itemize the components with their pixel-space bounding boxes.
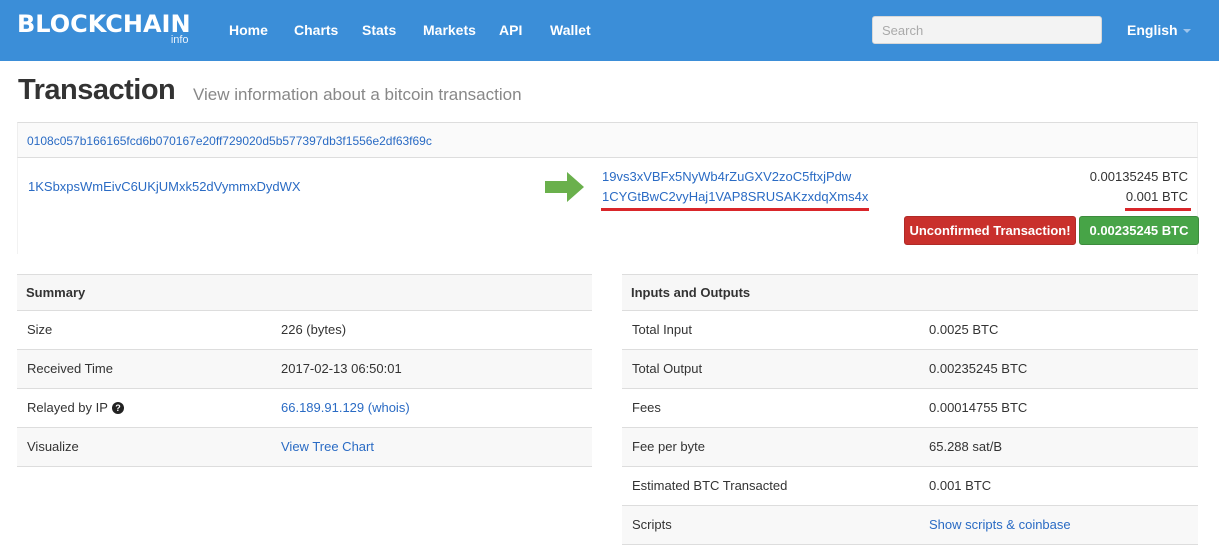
brand-name: BLOCKCHAIN <box>17 10 191 38</box>
highlight-underline <box>601 208 869 211</box>
page-subtitle: View information about a bitcoin transac… <box>193 85 522 104</box>
arrow-right-icon <box>545 172 584 202</box>
nav-home[interactable]: Home <box>229 22 268 38</box>
row-label: Received Time <box>27 361 113 376</box>
table-row: Fees 0.00014755 BTC <box>622 389 1198 428</box>
row-label: Total Output <box>632 361 703 376</box>
row-label: Total Input <box>632 322 692 337</box>
inputs-outputs-heading: Inputs and Outputs <box>622 275 1198 311</box>
nav-stats[interactable]: Stats <box>362 22 396 38</box>
page-title: Transaction <box>18 74 176 106</box>
row-label: Estimated BTC Transacted <box>632 478 788 493</box>
language-dropdown[interactable]: English <box>1127 22 1191 38</box>
transaction-hash-row: 0108c057b166165fcd6b070167e20ff729020d5b… <box>17 122 1198 158</box>
brand-logo[interactable]: BLOCKCHAIN info <box>17 10 191 46</box>
top-navbar: BLOCKCHAIN info Home Charts Stats Market… <box>0 0 1219 61</box>
row-value: 2017-02-13 06:50:01 <box>281 361 402 376</box>
input-address-link[interactable]: 1KSbxpsWmEivC6UKjUMxk52dVymmxDydWX <box>28 179 301 194</box>
row-value: 0.0025 BTC <box>929 322 999 337</box>
nav-charts[interactable]: Charts <box>294 22 338 38</box>
row-value: 226 (bytes) <box>281 322 347 337</box>
view-tree-chart-link[interactable]: View Tree Chart <box>281 428 374 466</box>
table-row: Visualize View Tree Chart <box>17 428 592 467</box>
brand-suffix: info <box>170 34 189 46</box>
row-label: Size <box>27 322 53 337</box>
help-icon[interactable]: ? <box>111 402 124 414</box>
show-scripts-link[interactable]: Show scripts & coinbase <box>929 506 1071 544</box>
row-label: Fee per byte <box>632 439 705 454</box>
table-row: Scripts Show scripts & coinbase <box>622 506 1198 545</box>
relay-ip-link[interactable]: 66.189.91.129 (whois) <box>281 389 410 427</box>
output-amount: 0.00135245 BTC <box>1089 169 1188 184</box>
chevron-down-icon <box>1182 29 1191 34</box>
output-address-link[interactable]: 19vs3xVBFx5NyWb4rZuGXV2zoC5ftxjPdw <box>602 169 851 184</box>
inputs-outputs-table: Inputs and Outputs Total Input 0.0025 BT… <box>622 274 1198 545</box>
search-input[interactable] <box>872 16 1102 44</box>
row-label-with-help: Relayed by IP? <box>27 389 124 427</box>
row-value: 65.288 sat/B <box>929 439 1002 454</box>
summary-table: Summary Size 226 (bytes) Received Time 2… <box>17 274 592 467</box>
table-row: Total Output 0.00235245 BTC <box>622 350 1198 389</box>
unconfirmed-status-button[interactable]: Unconfirmed Transaction! <box>904 216 1076 245</box>
row-label: Visualize <box>27 439 79 454</box>
transaction-io-box: 1KSbxpsWmEivC6UKjUMxk52dVymmxDydWX 19vs3… <box>17 158 1199 254</box>
row-value: 0.001 BTC <box>929 478 992 493</box>
row-value: 0.00014755 BTC <box>929 400 1028 415</box>
row-label: Scripts <box>632 517 672 532</box>
table-row: Received Time 2017-02-13 06:50:01 <box>17 350 592 389</box>
nav-wallet[interactable]: Wallet <box>550 22 591 38</box>
table-row: Size 226 (bytes) <box>17 311 592 350</box>
row-value: 0.00235245 BTC <box>929 361 1028 376</box>
row-label: Fees <box>632 400 661 415</box>
row-label: Relayed by IP <box>27 400 108 415</box>
table-row: Fee per byte 65.288 sat/B <box>622 428 1198 467</box>
language-label: English <box>1127 22 1178 38</box>
table-row: Estimated BTC Transacted 0.001 BTC <box>622 467 1198 506</box>
nav-markets[interactable]: Markets <box>423 22 476 38</box>
transaction-hash-link[interactable]: 0108c057b166165fcd6b070167e20ff729020d5b… <box>27 134 432 148</box>
table-row: Relayed by IP? 66.189.91.129 (whois) <box>17 389 592 428</box>
nav-api[interactable]: API <box>499 22 522 38</box>
table-row: Total Input 0.0025 BTC <box>622 311 1198 350</box>
output-address-link[interactable]: 1CYGtBwC2vyHaj1VAP8SRUSAKzxdqXms4x <box>602 189 868 204</box>
highlight-underline <box>1125 208 1191 211</box>
total-amount-button[interactable]: 0.00235245 BTC <box>1079 216 1199 245</box>
output-amount: 0.001 BTC <box>1125 189 1188 204</box>
summary-heading: Summary <box>17 275 592 311</box>
